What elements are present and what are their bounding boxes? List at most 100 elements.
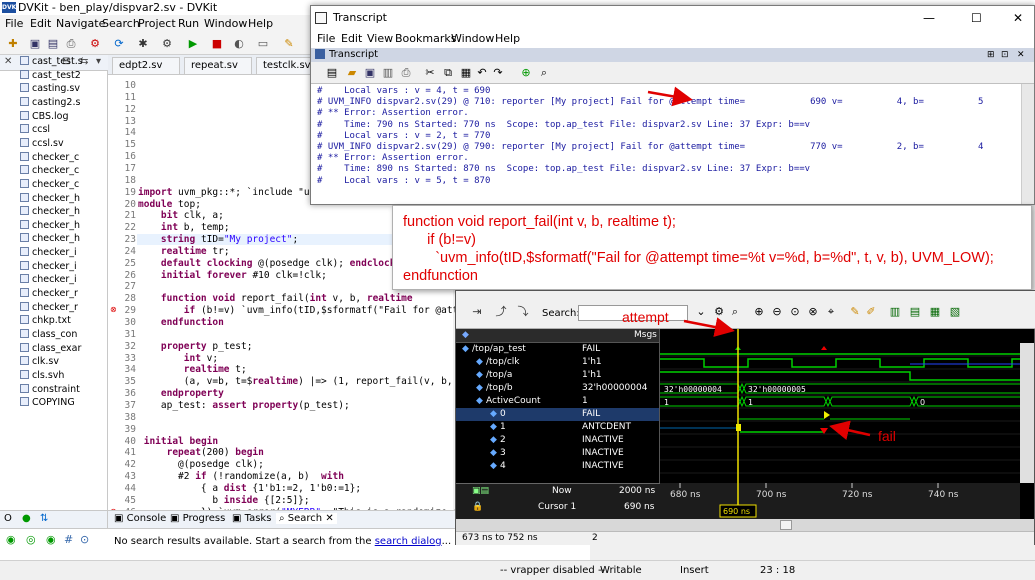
explorer-file-item[interactable]: ›cast_test2: [20, 69, 108, 83]
explorer-file-item[interactable]: ›checker_h: [20, 205, 108, 219]
t-paste-icon[interactable]: ▦: [459, 66, 473, 80]
t-cut-icon[interactable]: ✂: [423, 66, 437, 80]
explorer-file-item[interactable]: ›checker_c: [20, 164, 108, 178]
zoom-out-icon[interactable]: ⊖: [770, 305, 784, 319]
maximize-icon[interactable]: ☐: [971, 6, 982, 30]
tmenu-help[interactable]: Help: [495, 32, 520, 45]
explorer-file-item[interactable]: ›cast_test.s: [20, 55, 108, 69]
menu-file[interactable]: File: [5, 17, 23, 30]
signal-row[interactable]: ◆/top/a 1'h1: [456, 369, 659, 382]
pane-add-icon[interactable]: ⊞: [987, 48, 995, 62]
tmenu-bookmarks[interactable]: Bookmarks: [395, 32, 456, 45]
zoom-full-icon[interactable]: ⊙: [788, 305, 802, 319]
wave-style4-icon[interactable]: ▧: [948, 305, 962, 319]
explorer-file-item[interactable]: ›casting2.s: [20, 96, 108, 110]
signal-row[interactable]: ◆ 4 INACTIVE: [456, 460, 659, 473]
explorer-file-item[interactable]: ›checker_i: [20, 260, 108, 274]
explorer-file-item[interactable]: ›checker_c: [20, 178, 108, 192]
menu-search[interactable]: Search: [102, 17, 140, 30]
run-icon[interactable]: ▶: [186, 37, 200, 51]
tmenu-view[interactable]: View: [367, 32, 393, 45]
wave-style1-icon[interactable]: ▥: [888, 305, 902, 319]
signal-row[interactable]: ◆ 3 INACTIVE: [456, 447, 659, 460]
explorer-file-item[interactable]: ›clk.sv: [20, 355, 108, 369]
t-binoculars-icon[interactable]: ⌕: [537, 66, 551, 80]
wave-find-icon[interactable]: ⌕: [728, 305, 742, 319]
t-redo-icon[interactable]: ↷: [491, 66, 505, 80]
explorer-file-item[interactable]: ›checker_r: [20, 301, 108, 315]
tab-search[interactable]: ⌕ Search ✕: [276, 513, 337, 524]
save-all-icon[interactable]: ▤: [46, 37, 60, 51]
menu-run[interactable]: Run: [178, 17, 199, 30]
explorer-file-item[interactable]: ›checker_i: [20, 246, 108, 260]
hscroll-thumb[interactable]: [780, 520, 792, 530]
menu-edit[interactable]: Edit: [30, 17, 51, 30]
zoom-cursor-icon[interactable]: ⊗: [806, 305, 820, 319]
t-open-icon[interactable]: ▰: [345, 66, 359, 80]
signal-row[interactable]: ◆/top/ap_test FAIL: [456, 343, 659, 356]
explorer-file-item[interactable]: ›casting.sv: [20, 82, 108, 96]
print-icon[interactable]: ⎙: [64, 37, 78, 51]
debug-icon[interactable]: ✱: [136, 37, 150, 51]
explorer-file-item[interactable]: ›cls.svh: [20, 369, 108, 383]
tab-console[interactable]: ▣ Console: [114, 513, 166, 524]
pane-close-icon[interactable]: ✕: [1017, 48, 1025, 62]
outline-green3-icon[interactable]: ◉: [46, 533, 56, 546]
tab-edpt2[interactable]: edpt2.sv: [112, 57, 180, 74]
wave-search-down-icon[interactable]: ⌄: [694, 305, 708, 319]
tab-tasks[interactable]: ▣ Tasks: [232, 513, 271, 524]
outline-green2-icon[interactable]: ◎: [26, 533, 36, 546]
build-icon[interactable]: ⚙: [88, 37, 102, 51]
outline-green-icon[interactable]: ◉: [6, 533, 16, 546]
wave-hscroll[interactable]: [456, 519, 1034, 531]
gear-icon[interactable]: ⚙: [160, 37, 174, 51]
bookmark-icon[interactable]: ✎: [848, 305, 862, 319]
minimize-icon[interactable]: —: [923, 6, 935, 30]
explorer-file-item[interactable]: ›checker_h: [20, 232, 108, 246]
zoom-in-icon[interactable]: ⊕: [752, 305, 766, 319]
error-marker-icon[interactable]: ⊗: [110, 305, 117, 314]
explorer-file-item[interactable]: ›class_exar: [20, 342, 108, 356]
explorer-file-item[interactable]: ›COPYING: [20, 396, 108, 410]
t-print-icon[interactable]: ⎙: [399, 66, 413, 80]
explorer-file-item[interactable]: ›chkp.txt: [20, 314, 108, 328]
wave-style2-icon[interactable]: ▤: [908, 305, 922, 319]
hash-icon[interactable]: #: [64, 533, 73, 546]
cursor-lock-icon[interactable]: 🔒: [472, 502, 483, 512]
menu-help[interactable]: Help: [248, 17, 273, 30]
explorer-file-item[interactable]: ›checker_c: [20, 151, 108, 165]
signal-row[interactable]: ◆ ActiveCount 1: [456, 395, 659, 408]
transcript-scrollbar[interactable]: [1021, 84, 1034, 204]
explorer-file-item[interactable]: ›class_con: [20, 328, 108, 342]
stop-icon[interactable]: ■: [210, 37, 224, 51]
tmenu-window[interactable]: Window: [451, 32, 494, 45]
save-icon[interactable]: ▣: [28, 37, 42, 51]
wave-edge2-icon[interactable]: ⤵: [516, 305, 530, 319]
refresh-icon[interactable]: ⟳: [112, 37, 126, 51]
wave-vscroll[interactable]: [1020, 343, 1034, 483]
menu-window[interactable]: Window: [204, 17, 247, 30]
outline-filter-icon[interactable]: ●: [22, 513, 31, 524]
t-save-icon[interactable]: ▣: [363, 66, 377, 80]
waveform-canvas[interactable]: 32'h00000004 32'h00000005 1 1 0: [660, 329, 1020, 489]
bookmark2-icon[interactable]: ✐: [864, 305, 878, 319]
transcript-text[interactable]: # Local vars : v = 4, t = 690 # UVM_INFO …: [311, 84, 1021, 204]
tab-progress[interactable]: ▣ Progress: [170, 513, 225, 524]
menu-navigate[interactable]: Navigate: [56, 17, 105, 30]
outline-blue-icon[interactable]: ⊙: [80, 533, 89, 546]
tab-repeat[interactable]: repeat.sv: [184, 57, 252, 74]
wand-icon[interactable]: ✎: [282, 37, 296, 51]
wave-step-icon[interactable]: ⇥: [470, 305, 484, 319]
signal-row[interactable]: ◆/top/clk 1'h1: [456, 356, 659, 369]
close-icon[interactable]: ✕: [1013, 6, 1023, 30]
tmenu-file[interactable]: File: [317, 32, 335, 45]
explorer-file-item[interactable]: ›ccsl: [20, 123, 108, 137]
wave-search-opt-icon[interactable]: ⚙: [712, 305, 726, 319]
zoom-range-icon[interactable]: ⌖: [824, 305, 838, 319]
search-dialog-link[interactable]: search dialog: [375, 536, 442, 547]
explorer-file-item[interactable]: ›checker_h: [20, 192, 108, 206]
t-copy-icon[interactable]: ⧉: [441, 66, 455, 80]
t-save2-icon[interactable]: ▥: [381, 66, 395, 80]
explorer-file-item[interactable]: ›checker_i: [20, 273, 108, 287]
explorer-file-item[interactable]: ›CBS.log: [20, 110, 108, 124]
